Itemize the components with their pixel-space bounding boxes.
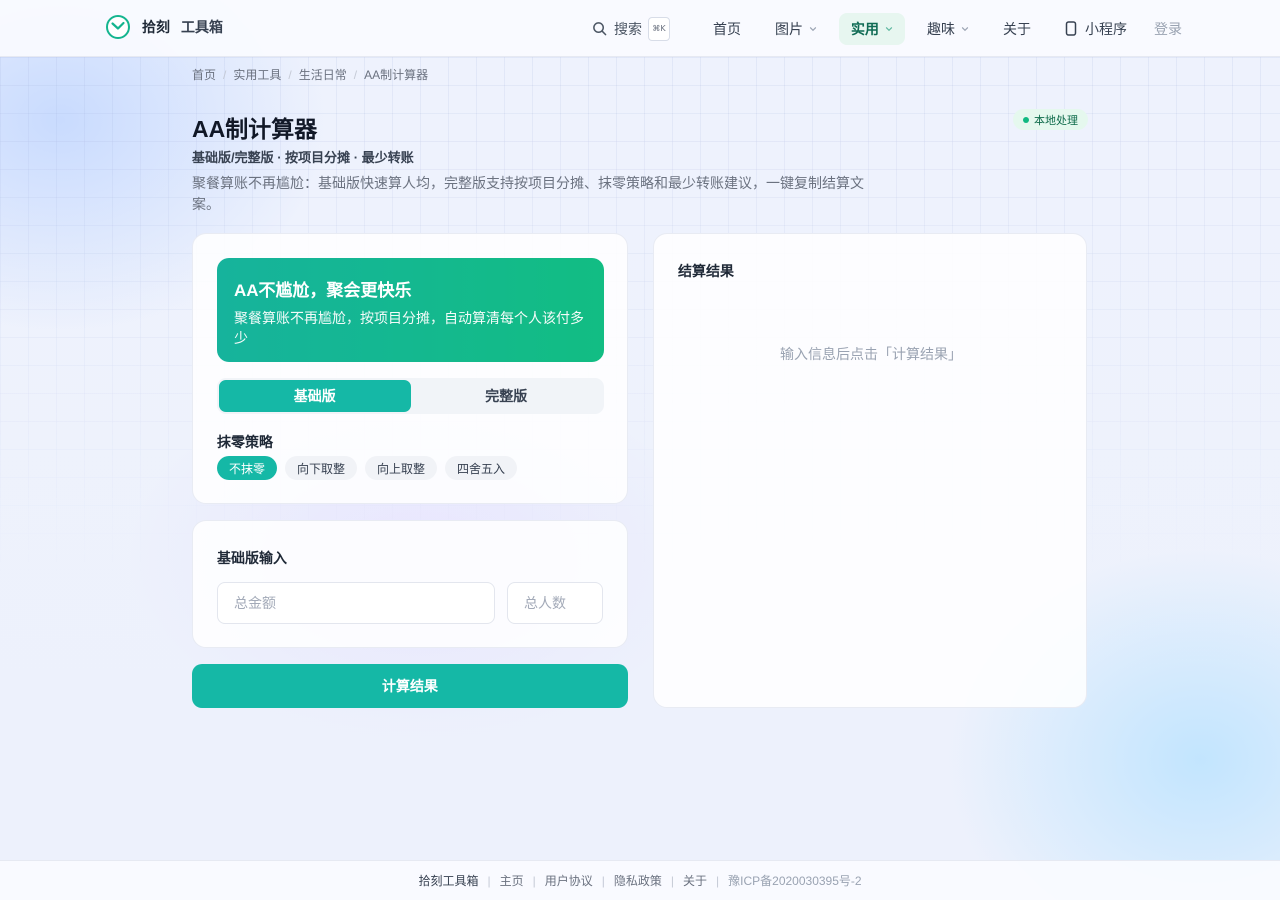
footer-link-home[interactable]: 主页 xyxy=(500,872,524,889)
local-processing-badge: 本地处理 xyxy=(1013,109,1088,130)
settings-card: AA不尴尬，聚会更快乐 聚餐算账不再尴尬，按项目分摊，自动算清每个人该付多少 基… xyxy=(192,233,628,504)
status-dot-icon xyxy=(1023,116,1029,123)
result-card: 结算结果 输入信息后点击「计算结果」 xyxy=(653,233,1087,708)
hero-banner: AA不尴尬，聚会更快乐 聚餐算账不再尴尬，按项目分摊，自动算清每个人该付多少 xyxy=(217,258,604,362)
footer-link-about[interactable]: 关于 xyxy=(683,872,707,889)
breadcrumb: 首页 / 实用工具 / 生活日常 / AA制计算器 xyxy=(192,66,428,83)
breadcrumb-separator: / xyxy=(288,67,292,82)
footer-link-terms[interactable]: 用户协议 xyxy=(545,872,593,889)
total-amount-input[interactable] xyxy=(217,582,495,624)
top-navbar: 拾刻 工具箱 搜索 ⌘K 首页 图片 实用 趣味 关于 小程序 登录 xyxy=(0,0,1280,57)
nav-item-mini-program[interactable]: 小程序 xyxy=(1053,13,1139,45)
search-shortcut-badge: ⌘K xyxy=(648,16,670,41)
main-nav: 搜索 ⌘K 首页 图片 实用 趣味 关于 小程序 登录 xyxy=(592,0,1182,57)
clock-logo-icon xyxy=(106,15,130,39)
nav-item-label: 实用 xyxy=(851,20,879,37)
breadcrumb-item-current: AA制计算器 xyxy=(364,68,429,82)
nav-item-label: 小程序 xyxy=(1085,20,1127,37)
hero-text: 聚餐算账不再尴尬，按项目分摊，自动算清每个人该付多少 xyxy=(234,310,584,346)
calculate-button[interactable]: 计算结果 xyxy=(192,664,628,708)
chevron-down-icon xyxy=(885,26,893,31)
brand-link[interactable]: 拾刻 工具箱 xyxy=(105,14,223,40)
result-empty-state: 输入信息后点击「计算结果」 xyxy=(780,346,962,362)
brand-subtitle: 工具箱 xyxy=(181,19,223,35)
search-button[interactable]: 搜索 ⌘K xyxy=(592,16,670,41)
phone-icon xyxy=(1065,21,1077,36)
breadcrumb-item-utility-tools[interactable]: 实用工具 xyxy=(233,66,281,83)
nav-item-about[interactable]: 关于 xyxy=(991,13,1043,45)
brand-name: 拾刻 xyxy=(142,19,170,35)
local-processing-label: 本地处理 xyxy=(1034,114,1078,127)
rounding-option-ceil[interactable]: 向上取整 xyxy=(365,456,438,480)
nav-item-home[interactable]: 首页 xyxy=(701,13,753,45)
page: 拾刻 工具箱 搜索 ⌘K 首页 图片 实用 趣味 关于 小程序 登录 首页 / … xyxy=(0,0,1280,900)
basic-input-label: 基础版输入 xyxy=(217,550,287,566)
nav-item-label: 趣味 xyxy=(927,20,955,37)
tab-full[interactable]: 完整版 xyxy=(411,380,603,412)
breadcrumb-separator: / xyxy=(353,67,358,82)
rounding-option-floor[interactable]: 向下取整 xyxy=(285,456,358,480)
chevron-down-icon xyxy=(809,26,817,31)
rounding-option-none[interactable]: 不抹零 xyxy=(217,456,278,480)
tab-basic[interactable]: 基础版 xyxy=(219,380,411,412)
mode-tabs: 基础版 完整版 xyxy=(217,378,604,414)
login-link[interactable]: 登录 xyxy=(1154,19,1182,39)
breadcrumb-separator: / xyxy=(223,67,227,82)
basic-input-card: 基础版输入 xyxy=(192,520,628,648)
hero-title: AA不尴尬，聚会更快乐 xyxy=(234,281,412,300)
page-title: AA制计算器 xyxy=(192,116,318,142)
footer-separator: | xyxy=(670,873,674,888)
result-title: 结算结果 xyxy=(678,263,734,279)
breadcrumb-item-home[interactable]: 首页 xyxy=(192,66,216,83)
nav-item-images[interactable]: 图片 xyxy=(763,13,829,45)
footer-separator: | xyxy=(487,873,491,888)
total-people-input[interactable] xyxy=(507,582,603,624)
footer: 拾刻工具箱 | 主页 | 用户协议 | 隐私政策 | 关于 | 豫ICP备202… xyxy=(0,860,1280,900)
rounding-options: 不抹零 向下取整 向上取整 四舍五入 xyxy=(217,456,525,480)
page-subtitle: 基础版/完整版 · 按项目分摊 · 最少转账 xyxy=(192,150,414,165)
footer-separator: | xyxy=(716,873,720,888)
nav-item-utility[interactable]: 实用 xyxy=(839,12,905,45)
footer-icp-link[interactable]: 豫ICP备2020030395号-2 xyxy=(728,872,861,889)
footer-brand: 拾刻工具箱 xyxy=(418,874,479,888)
footer-separator: | xyxy=(601,873,605,888)
nav-item-label: 首页 xyxy=(713,20,741,37)
nav-item-label: 图片 xyxy=(775,20,803,37)
rounding-option-round[interactable]: 四舍五入 xyxy=(445,456,518,480)
search-icon xyxy=(593,22,607,36)
breadcrumb-item-daily-life[interactable]: 生活日常 xyxy=(299,66,347,83)
search-label: 搜索 xyxy=(614,20,642,37)
nav-item-fun[interactable]: 趣味 xyxy=(915,13,981,45)
nav-item-label: 关于 xyxy=(1003,20,1031,37)
footer-separator: | xyxy=(532,873,536,888)
page-description: 聚餐算账不再尴尬：基础版快速算人均，完整版支持按项目分摊、抹零策略和最少转账建议… xyxy=(192,175,864,212)
footer-link-privacy[interactable]: 隐私政策 xyxy=(614,872,662,889)
rounding-strategy-label: 抹零策略 xyxy=(217,434,273,450)
chevron-down-icon xyxy=(961,26,969,31)
